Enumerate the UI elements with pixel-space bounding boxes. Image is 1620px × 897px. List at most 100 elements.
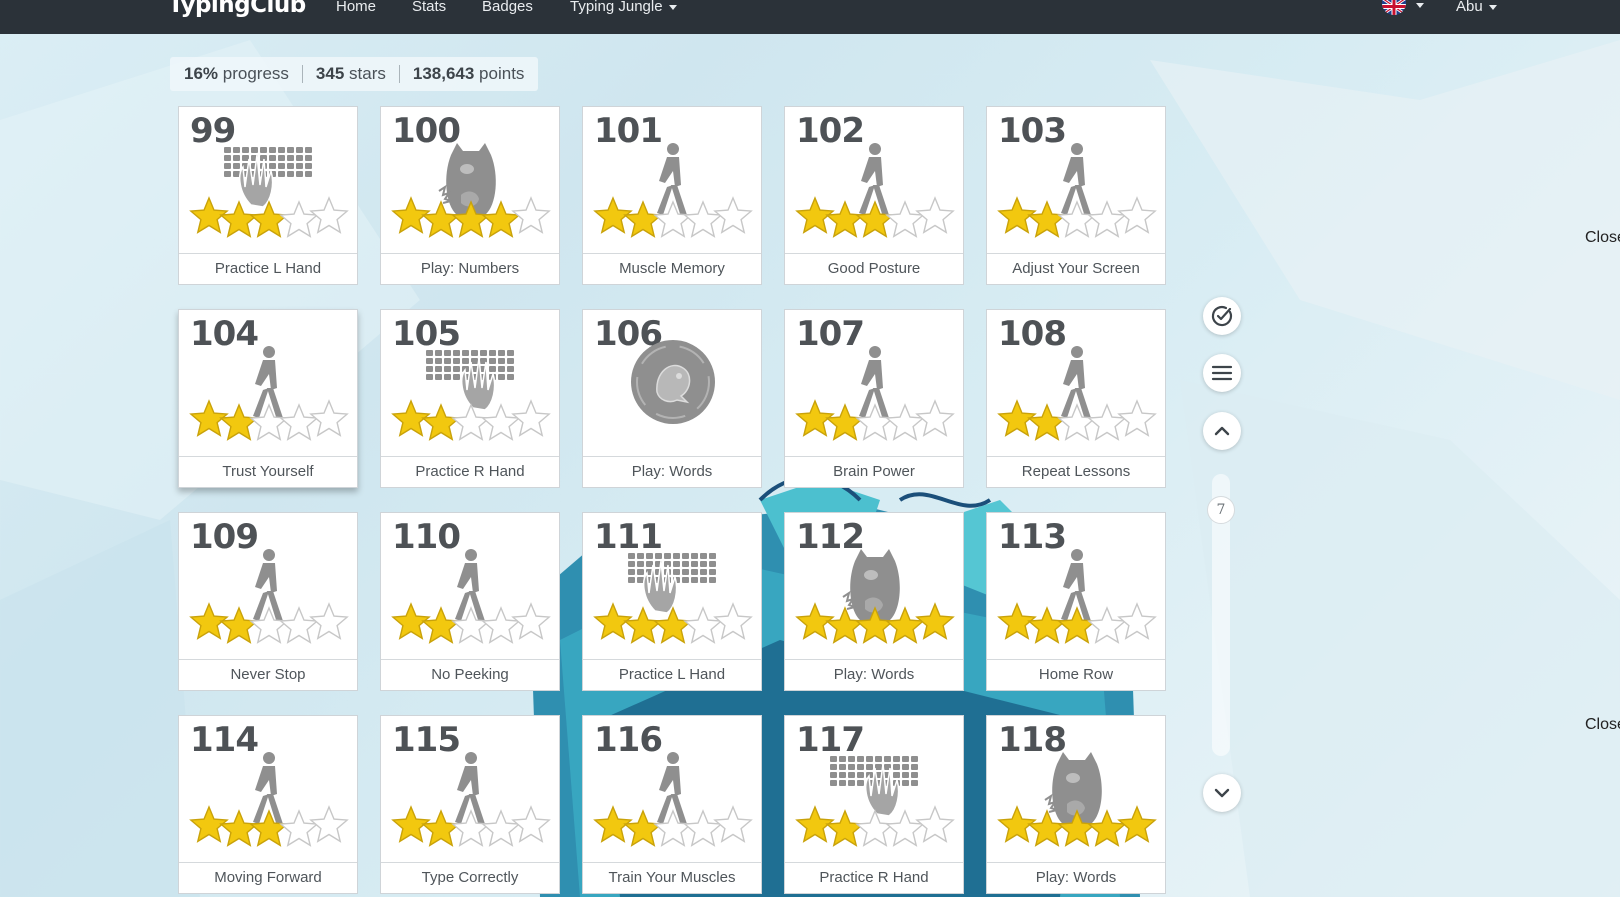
game-badge-icon xyxy=(631,340,715,424)
star-empty-icon xyxy=(511,805,551,843)
lesson-card[interactable]: 112 Play: Words xyxy=(784,512,964,691)
star-filled-icon xyxy=(653,606,693,644)
lesson-card[interactable]: 111 Practice L Hand xyxy=(582,512,762,691)
page-indicator-thumb[interactable]: 7 xyxy=(1207,496,1235,524)
lesson-card[interactable]: 104 Trust Yourself xyxy=(178,309,358,488)
lesson-title: Home Row xyxy=(987,659,1165,690)
nav-typing-jungle[interactable]: Typing Jungle xyxy=(570,0,677,15)
walker-icon xyxy=(795,143,955,238)
star-empty-icon xyxy=(279,200,319,238)
walker-icon xyxy=(593,752,753,847)
lesson-title: Good Posture xyxy=(785,253,963,284)
lesson-card[interactable]: 99 Practice L Hand xyxy=(178,106,358,285)
star-empty-icon xyxy=(1087,403,1127,441)
star-empty-icon xyxy=(309,805,349,843)
menu-icon xyxy=(1211,365,1233,381)
star-empty-icon xyxy=(1087,200,1127,238)
lesson-card[interactable]: 117 Practice R Hand xyxy=(784,715,964,894)
star-empty-icon xyxy=(279,403,319,441)
lesson-title: Play: Words xyxy=(785,659,963,690)
monster-icon xyxy=(391,143,551,238)
check-circle-icon xyxy=(1211,305,1233,327)
chevron-down-icon xyxy=(668,4,677,10)
lesson-title: Practice R Hand xyxy=(785,862,963,893)
walker-icon xyxy=(997,549,1157,644)
close-link[interactable]: Close xyxy=(1585,716,1620,734)
lesson-title: Practice L Hand xyxy=(583,659,761,690)
walker-icon xyxy=(189,549,349,644)
lesson-card[interactable]: 109 Never Stop xyxy=(178,512,358,691)
points-label: points xyxy=(479,64,525,83)
keyboard-left-hand-icon xyxy=(593,553,753,644)
lesson-card[interactable]: 105 Practice R Hand xyxy=(380,309,560,488)
walker-icon xyxy=(391,549,551,644)
star-empty-icon xyxy=(309,196,349,234)
chevron-down-icon xyxy=(1214,788,1230,798)
nav-badges[interactable]: Badges xyxy=(482,0,533,15)
top-navbar: TypingClub Home Stats Badges Typing Jung… xyxy=(0,0,1620,34)
walker-icon xyxy=(391,752,551,847)
lesson-card[interactable]: 113 Home Row xyxy=(986,512,1166,691)
lesson-title: Trust Yourself xyxy=(179,456,357,487)
lesson-title: Brain Power xyxy=(785,456,963,487)
uk-flag-icon[interactable] xyxy=(1382,0,1406,15)
star-filled-icon xyxy=(915,602,955,640)
star-filled-icon xyxy=(1027,200,1067,238)
lesson-card[interactable]: 116 Train Your Muscles xyxy=(582,715,762,894)
star-empty-icon xyxy=(511,399,551,437)
star-empty-icon xyxy=(511,196,551,234)
star-empty-icon xyxy=(885,200,925,238)
lesson-title: Play: Numbers xyxy=(381,253,559,284)
scroll-down-button[interactable] xyxy=(1203,774,1241,812)
star-empty-icon xyxy=(885,809,925,847)
lesson-card[interactable]: 110 No Peeking xyxy=(380,512,560,691)
star-filled-icon xyxy=(623,200,663,238)
stars-label: stars xyxy=(349,64,386,83)
star-filled-icon xyxy=(825,200,865,238)
lesson-card[interactable]: 100 Play: Numbers xyxy=(380,106,560,285)
lesson-card[interactable]: 114 Moving Forward xyxy=(178,715,358,894)
lesson-card[interactable]: 106 Play: Words xyxy=(582,309,762,488)
star-empty-icon xyxy=(279,809,319,847)
check-button[interactable] xyxy=(1203,297,1241,335)
star-filled-icon xyxy=(623,809,663,847)
close-link[interactable]: Close xyxy=(1585,229,1620,247)
chevron-down-icon xyxy=(1488,4,1497,10)
menu-button[interactable] xyxy=(1203,354,1241,392)
lesson-card[interactable]: 115 Type Correctly xyxy=(380,715,560,894)
star-empty-icon xyxy=(683,200,723,238)
nav-stats[interactable]: Stats xyxy=(412,0,446,15)
star-empty-icon xyxy=(713,196,753,234)
star-empty-icon xyxy=(511,602,551,640)
lesson-card[interactable]: 101 Muscle Memory xyxy=(582,106,762,285)
walker-icon xyxy=(593,143,753,238)
star-empty-icon xyxy=(279,606,319,644)
nav-home[interactable]: Home xyxy=(336,0,376,15)
typingclub-logo[interactable]: TypingClub xyxy=(168,0,306,18)
star-filled-icon xyxy=(825,809,865,847)
star-filled-icon xyxy=(219,606,259,644)
lesson-card[interactable]: 103 Adjust Your Screen xyxy=(986,106,1166,285)
star-empty-icon xyxy=(915,399,955,437)
lesson-card[interactable]: 118 Play: Words xyxy=(986,715,1166,894)
lesson-title: Moving Forward xyxy=(179,862,357,893)
chevron-up-icon xyxy=(1214,426,1230,436)
progress-stats-bar: 16% progress 345 stars 138,643 points xyxy=(170,57,539,91)
star-empty-icon xyxy=(713,602,753,640)
keyboard-right-hand-icon xyxy=(795,756,955,847)
divider xyxy=(301,65,303,83)
star-filled-icon xyxy=(219,403,259,441)
lesson-card[interactable]: 102 Good Posture xyxy=(784,106,964,285)
star-filled-icon xyxy=(1027,403,1067,441)
lesson-title: Type Correctly xyxy=(381,862,559,893)
language-chevron-down-icon[interactable] xyxy=(1416,3,1424,8)
star-empty-icon xyxy=(885,403,925,441)
star-empty-icon xyxy=(481,606,521,644)
user-name: Abu xyxy=(1456,0,1483,15)
monster-icon xyxy=(795,549,955,644)
walker-icon xyxy=(997,346,1157,441)
scroll-up-button[interactable] xyxy=(1203,412,1241,450)
lesson-card[interactable]: 107 Brain Power xyxy=(784,309,964,488)
user-menu[interactable]: Abu xyxy=(1456,0,1497,15)
lesson-card[interactable]: 108 Repeat Lessons xyxy=(986,309,1166,488)
